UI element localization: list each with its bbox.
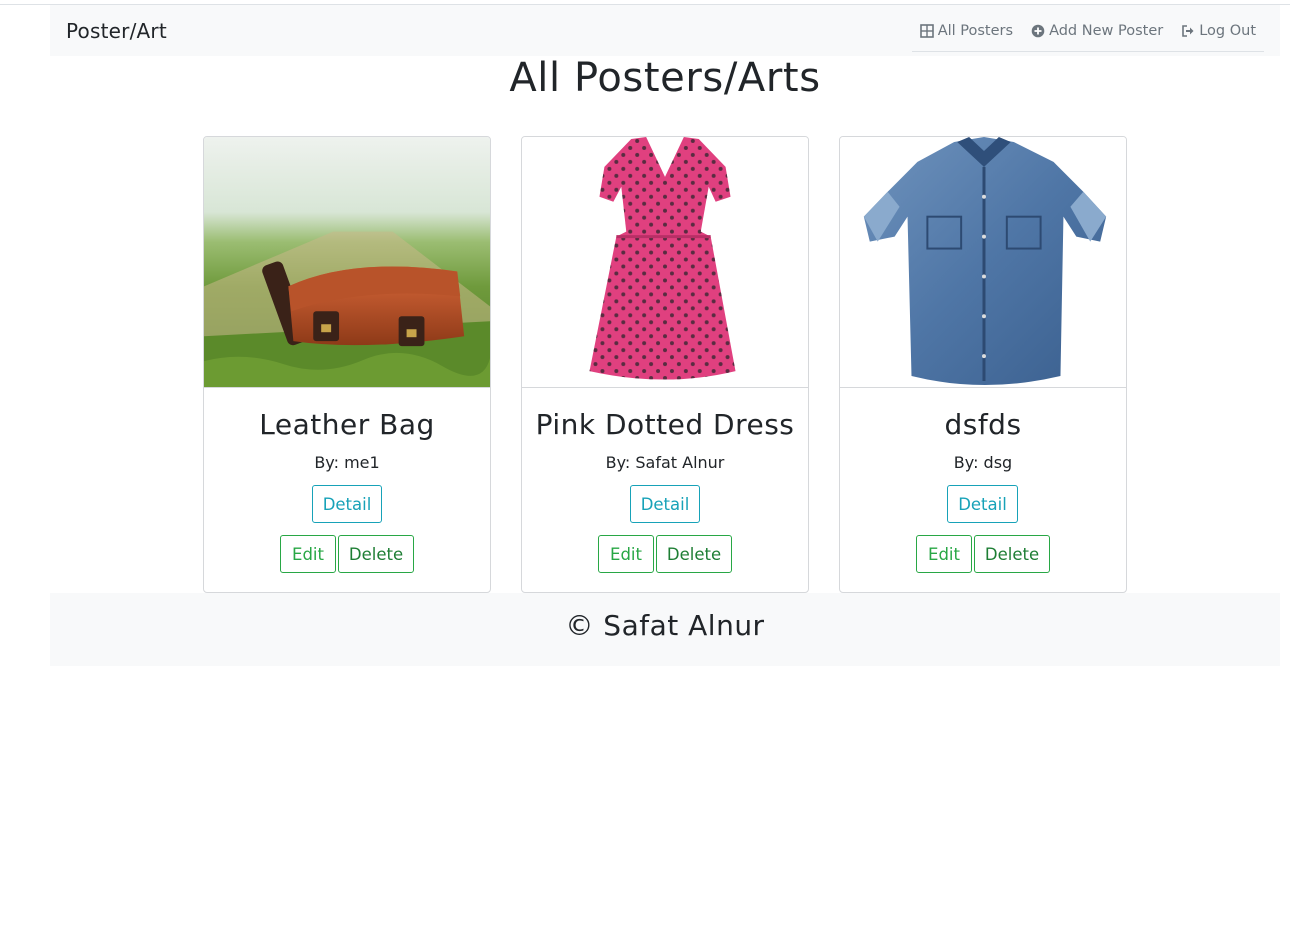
footer-copyright: © Safat Alnur bbox=[565, 609, 765, 642]
nav-add-new-poster[interactable]: Add New Poster bbox=[1031, 17, 1163, 44]
nav-add-new-poster-label: Add New Poster bbox=[1049, 22, 1164, 39]
delete-button[interactable]: Delete bbox=[656, 535, 732, 573]
poster-title: dsfds bbox=[944, 408, 1022, 441]
edit-button[interactable]: Edit bbox=[598, 535, 654, 573]
delete-button[interactable]: Delete bbox=[974, 535, 1050, 573]
poster-author: By: me1 bbox=[314, 453, 380, 472]
nav-log-out-label: Log Out bbox=[1199, 22, 1256, 39]
poster-title: Leather Bag bbox=[259, 408, 435, 441]
poster-image bbox=[522, 137, 808, 388]
poster-author: By: dsg bbox=[953, 453, 1013, 472]
edit-button[interactable]: Edit bbox=[916, 535, 972, 573]
footer: © Safat Alnur bbox=[50, 593, 1280, 666]
page-title: All Posters/Arts bbox=[509, 55, 821, 101]
poster-card: Leather Bag By: me1 Detail Edit Delete bbox=[203, 136, 491, 593]
poster-image bbox=[840, 137, 1126, 388]
nav-links: All Posters Add New Poster Log Out bbox=[911, 17, 1264, 52]
poster-image bbox=[204, 137, 490, 388]
brand[interactable]: Poster/Art bbox=[66, 19, 167, 43]
nav-all-posters[interactable]: All Posters bbox=[919, 17, 1014, 44]
detail-button[interactable]: Detail bbox=[630, 485, 700, 523]
plus-circle-icon bbox=[1031, 24, 1045, 37]
denim-shirt-photo bbox=[840, 137, 1126, 387]
delete-button[interactable]: Delete bbox=[338, 535, 414, 573]
detail-button[interactable]: Detail bbox=[312, 485, 382, 523]
detail-button[interactable]: Detail bbox=[947, 485, 1018, 523]
nav-all-posters-label: All Posters bbox=[937, 22, 1014, 39]
pink-dress-photo bbox=[522, 137, 808, 387]
sign-out-icon bbox=[1182, 24, 1194, 37]
edit-button[interactable]: Edit bbox=[280, 535, 336, 573]
poster-card: dsfds By: dsg Detail Edit Delete bbox=[839, 136, 1127, 593]
navbar: Poster/Art All Posters Add New Poster Lo… bbox=[50, 5, 1280, 56]
poster-author: By: Safat Alnur bbox=[605, 453, 725, 472]
poster-card: Pink Dotted Dress By: Safat Alnur Detail… bbox=[521, 136, 809, 593]
nav-log-out[interactable]: Log Out bbox=[1181, 17, 1256, 44]
leather-bag-photo bbox=[204, 137, 490, 387]
grid-icon bbox=[919, 23, 934, 38]
poster-title: Pink Dotted Dress bbox=[535, 408, 795, 441]
